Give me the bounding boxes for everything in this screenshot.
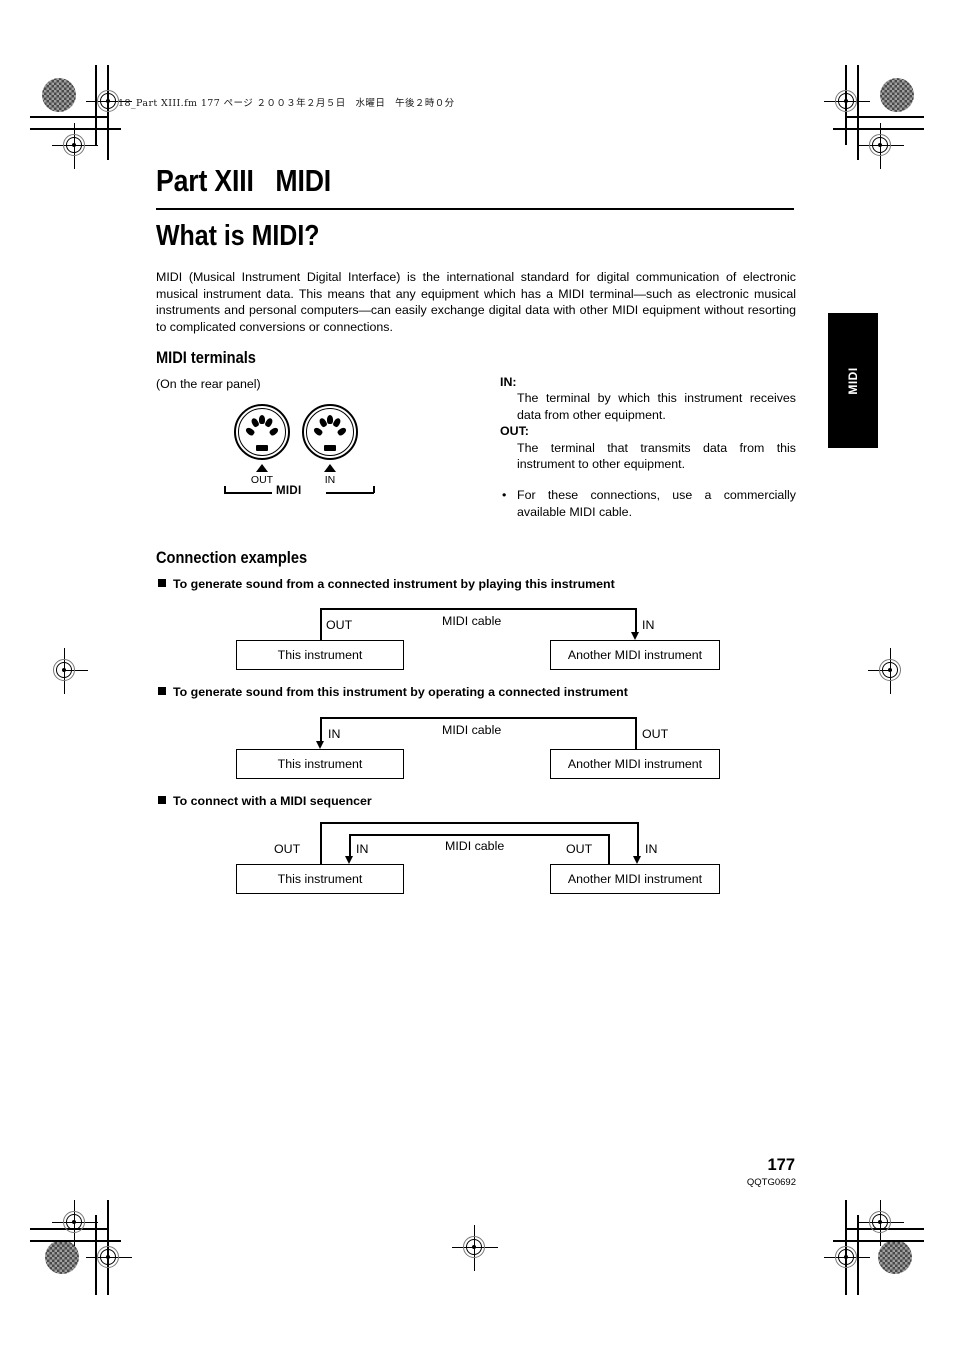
definition-desc-in: The terminal by which this instrument re… (517, 391, 796, 422)
section-heading-midi-terminals: MIDI terminals (156, 348, 256, 367)
connection-diagram-2: This instrument Another MIDI instrument … (236, 717, 726, 779)
section-heading-connection-examples: Connection examples (156, 548, 308, 567)
diagram-3-port-right-out: OUT (566, 842, 593, 856)
diagram-3-wire-outer-right-drop (637, 822, 639, 858)
square-bullet-icon (158, 579, 166, 587)
rear-panel-note: (On the rear panel) (156, 377, 261, 391)
intro-paragraph: MIDI (Musical Instrument Digital Interfa… (156, 270, 796, 334)
diagram-1-port-in: IN (642, 618, 655, 632)
diagram-3-port-right-in: IN (645, 842, 658, 856)
diagram-3-arrow-right-icon (633, 856, 641, 864)
diagram-3-box-another-instrument: Another MIDI instrument (550, 864, 720, 894)
connection-diagram-1: This instrument Another MIDI instrument … (236, 608, 726, 670)
file-info-header: 18_Part XIII.fm 177 ページ ２００３年２月５日 水曜日 午後… (118, 98, 455, 109)
diagram-3-wire-inner-left-drop (349, 834, 351, 858)
connection-example-2-heading: To generate sound from this instrument b… (158, 685, 628, 699)
diagram-2-box-this-instrument: This instrument (236, 749, 404, 779)
definition-in: IN: The terminal by which this instrumen… (500, 374, 796, 423)
diagram-2-port-out: OUT (642, 727, 669, 741)
din-connector-in-icon (302, 404, 358, 460)
diagram-1-wire-left-riser (320, 608, 322, 641)
diagram-1-box-this-instrument: This instrument (236, 640, 404, 670)
diagram-3-port-left-out: OUT (274, 842, 301, 856)
connection-diagram-3: This instrument Another MIDI instrument … (236, 822, 726, 894)
diagram-2-wire-horizontal (320, 717, 636, 719)
diagram-3-wire-outer-horizontal (320, 822, 638, 824)
diagram-1-box-another-instrument: Another MIDI instrument (550, 640, 720, 670)
definition-desc-out: The terminal that transmits data from th… (517, 440, 796, 472)
diagram-2-cable-label: MIDI cable (442, 723, 502, 737)
square-bullet-icon (158, 796, 166, 804)
side-tab-label: MIDI (846, 366, 860, 395)
midi-bracket-label: MIDI (276, 485, 302, 497)
part-title: Part XIII MIDI (156, 163, 332, 198)
diagram-3-wire-inner-right-riser (608, 834, 610, 865)
page-title: What is MIDI? (156, 220, 320, 252)
connection-example-1-heading: To generate sound from a connected instr… (158, 577, 615, 591)
definition-term-out: OUT: (500, 424, 529, 439)
midi-terminal-figure: OUT IN MIDI (224, 404, 386, 497)
document-code: QQTG0692 (746, 1177, 796, 1188)
diagram-1-wire-right-drop (635, 608, 637, 634)
in-pointer-arrow-icon (324, 464, 336, 472)
diagram-3-port-left-in: IN (356, 842, 369, 856)
side-tab-midi: MIDI (828, 313, 878, 448)
terminal-definitions: IN: The terminal by which this instrumen… (500, 374, 796, 520)
din-connector-out-icon (234, 404, 290, 460)
midi-bracket-tick-left (224, 486, 226, 493)
midi-bracket-right (326, 492, 374, 494)
definition-term-in: IN: (500, 375, 517, 389)
page-number: 177 (767, 1156, 795, 1174)
diagram-3-wire-inner-horizontal (349, 834, 609, 836)
title-divider (156, 208, 794, 210)
diagram-3-box-this-instrument: This instrument (236, 864, 404, 894)
diagram-3-cable-label: MIDI cable (445, 839, 505, 853)
diagram-3-wire-outer-left-riser (320, 822, 322, 865)
definition-out: OUT: The terminal that transmits data fr… (500, 423, 796, 472)
terminal-label-in: IN (324, 474, 336, 486)
diagram-3-arrow-left-icon (345, 856, 353, 864)
diagram-2-wire-right-riser (635, 717, 637, 750)
square-bullet-icon (158, 687, 166, 695)
out-pointer-arrow-icon (256, 464, 268, 472)
midi-bracket-tick-right (373, 486, 375, 493)
cable-note: • For these connections, use a commercia… (500, 487, 796, 520)
diagram-1-port-out: OUT (326, 618, 353, 632)
diagram-1-wire-horizontal (320, 608, 636, 610)
connection-example-3-heading: To connect with a MIDI sequencer (158, 794, 372, 808)
diagram-1-cable-label: MIDI cable (442, 614, 502, 628)
diagram-2-box-another-instrument: Another MIDI instrument (550, 749, 720, 779)
diagram-2-wire-left-drop (320, 717, 322, 743)
diagram-2-arrow-icon (316, 741, 324, 749)
diagram-1-arrow-icon (631, 632, 639, 640)
cable-note-text: For these connections, use a commerciall… (517, 488, 796, 519)
bullet-icon: • (502, 488, 507, 503)
midi-bracket-left (224, 492, 272, 494)
diagram-2-port-in: IN (328, 727, 341, 741)
